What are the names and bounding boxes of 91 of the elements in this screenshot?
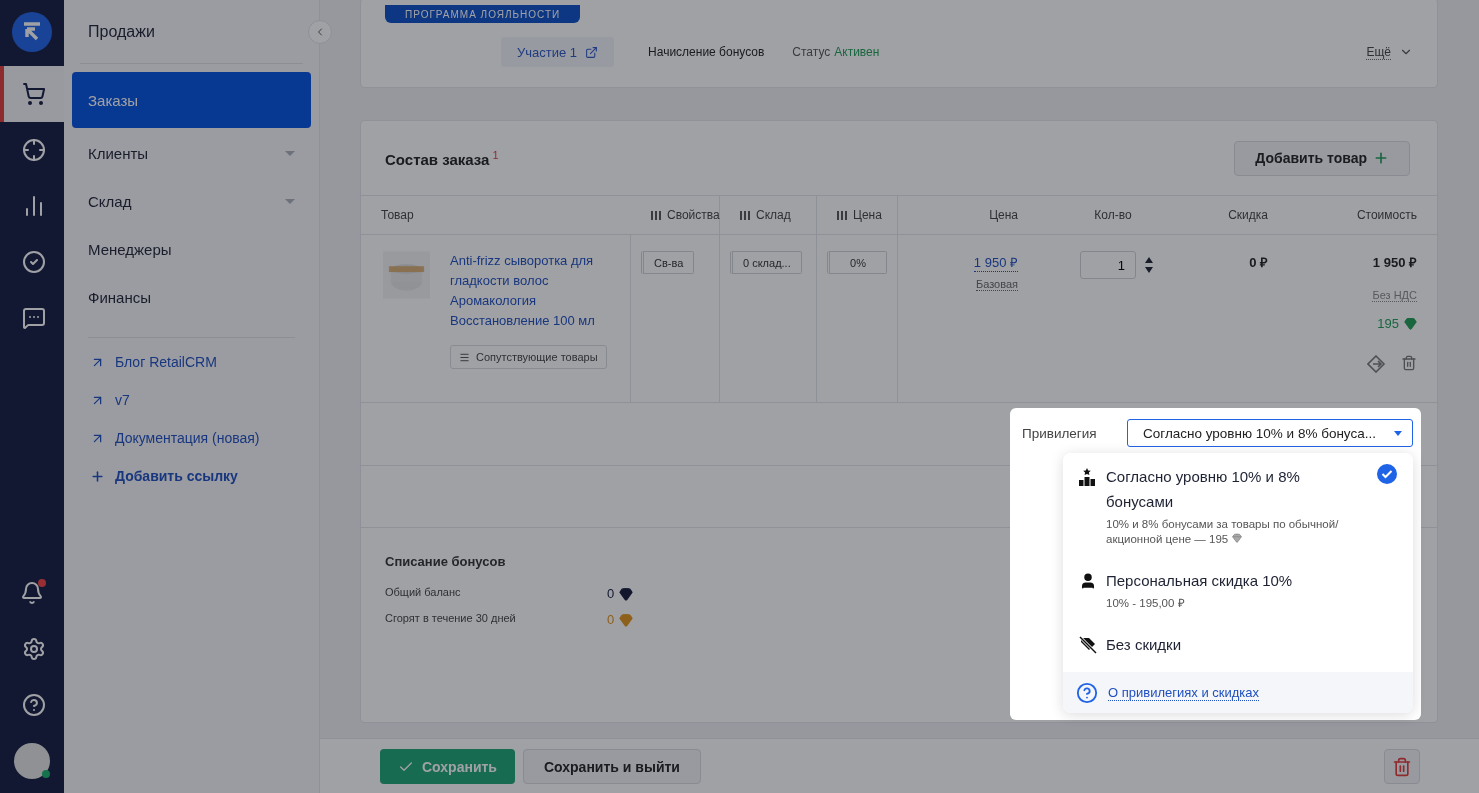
section-title: Списание бонусов [385, 554, 507, 569]
gem-icon [619, 612, 634, 627]
accrual-label: Начисление бонусов [648, 45, 765, 59]
option-description: 10% и 8% бонусами за товары по обычной/акционной цене — 195 [1106, 517, 1340, 547]
bonus-label: Общий баланс [385, 586, 462, 600]
podium-icon [1079, 468, 1095, 486]
link-text: Блог RetailCRM [115, 354, 217, 370]
caret-icon [285, 198, 295, 204]
chat-icon [22, 306, 46, 330]
column-header: Товар [361, 196, 631, 235]
price-type-link[interactable]: Базовая [975, 278, 1018, 291]
vat-label: Без НДС [1372, 289, 1417, 302]
properties-button[interactable]: Св-ва [641, 251, 695, 274]
columns-icon [837, 210, 847, 220]
list-icon [459, 351, 470, 363]
person-icon [1079, 572, 1097, 590]
cost-value: 1 950 ₽ [1372, 254, 1417, 271]
bonus-value: 195 [1377, 316, 1417, 331]
quantity-field[interactable]: 1 [1080, 251, 1136, 279]
participation-button[interactable]: Участие 1 [501, 37, 615, 67]
privilege-select[interactable]: Согласно уровню 10% и 8% бонуса... [1127, 419, 1413, 447]
logo-icon[interactable] [12, 12, 52, 52]
trash-icon[interactable] [1401, 355, 1417, 371]
nav-button[interactable] [0, 66, 64, 122]
related-products-button[interactable]: Сопутствующие товары [450, 345, 607, 369]
sidebar-link[interactable]: Блог RetailCRM [72, 343, 311, 381]
plus-icon [90, 468, 105, 484]
check-circle-icon [22, 250, 46, 274]
help-icon [22, 693, 46, 717]
save-exit-button[interactable]: Сохранить и выйти [522, 749, 701, 784]
option-title: Согласно уровню 10% и 8% бонусами [1106, 467, 1301, 512]
discount-value: 0 ₽ [1249, 254, 1268, 271]
sidebar-link[interactable]: v7 [72, 381, 311, 419]
column-header[interactable]: Свойства [631, 196, 720, 235]
column-header: Стоимость [1288, 196, 1437, 235]
column-header: Кол-во [1038, 196, 1188, 235]
sidebar-item[interactable]: Клиенты [72, 129, 311, 177]
privilege-option[interactable]: Персональная скидка 10% 10% - 195,00 ₽ [1063, 557, 1413, 621]
card-title: Состав заказа $^{1}$ [385, 148, 499, 168]
avatar[interactable] [14, 743, 50, 779]
sidebar-item[interactable]: Склад [72, 177, 311, 225]
cart-icon [22, 82, 46, 106]
columns-icon [740, 210, 750, 220]
link-text: v7 [115, 392, 130, 408]
link-text: Документация (новая) [115, 430, 260, 446]
status-label: Статус [792, 45, 831, 59]
gem-icon [1404, 317, 1417, 330]
help-icon [1076, 681, 1098, 704]
help-link[interactable]: О привилегиях и скидках [1108, 684, 1259, 701]
sidebar-item[interactable]: Финансы [72, 273, 311, 321]
target-icon [22, 138, 46, 162]
stepper-icon[interactable] [1144, 255, 1154, 275]
diamond-arrow-icon[interactable] [1367, 355, 1387, 373]
caret-icon [285, 150, 295, 156]
tag-off-icon [1079, 636, 1097, 654]
discount-field[interactable]: 0% [827, 251, 887, 274]
privilege-option[interactable]: Согласно уровню 10% и 8% бонусами 10% и 8% бонусами за товары по обычной/акционной цене — 195 [1063, 453, 1413, 557]
option-title: Персональная скидка 10% [1106, 571, 1294, 591]
column-header: Скидка [1188, 196, 1288, 235]
bonus-label: Сгорят в течение 30 дней [385, 612, 517, 626]
privilege-option[interactable]: Без скидки [1063, 621, 1413, 668]
caret-icon [1394, 430, 1402, 436]
sidebar-item[interactable]: Менеджеры [72, 225, 311, 273]
sidebar-link[interactable]: Добавить ссылку [72, 457, 311, 495]
price-link[interactable]: 1 950 ₽ [973, 253, 1018, 272]
gem-icon [619, 586, 634, 601]
sidebar-item[interactable]: Заказы [72, 72, 311, 128]
option-description: 10% - 195,00 ₽ [1106, 596, 1186, 611]
external-link-icon [585, 45, 599, 59]
privilege-label: Привилегия [1022, 425, 1097, 441]
column-header[interactable]: Склад [720, 196, 817, 235]
column-header[interactable]: Цена [817, 196, 898, 235]
delete-button[interactable] [1384, 749, 1420, 784]
product-link[interactable]: Anti-frizz сыворотка для гладкости волос Аромакология Восстановление 100 мл [450, 251, 610, 331]
stock-button[interactable]: 0 склад... [730, 251, 802, 274]
plus-icon [1373, 150, 1389, 166]
columns-icon [651, 210, 661, 220]
gem-icon [1232, 533, 1243, 543]
more-link[interactable]: Ещё [1366, 44, 1391, 60]
settings-icon [22, 637, 46, 661]
status-value: Активен [834, 45, 880, 59]
link-text: Добавить ссылку [115, 468, 238, 484]
column-header: Цена [898, 196, 1038, 235]
check-circle-icon [1377, 464, 1397, 484]
section-title: Продажи [80, 0, 303, 64]
trash-icon [1392, 756, 1412, 777]
program-badge: ПРОГРАММА ЛОЯЛЬНОСТИ [385, 5, 581, 23]
sidebar-link[interactable]: Документация (новая) [72, 419, 311, 457]
option-title: Без скидки [1106, 635, 1183, 655]
add-product-button[interactable]: Добавить товар [1234, 140, 1410, 176]
bell-icon [20, 581, 44, 605]
